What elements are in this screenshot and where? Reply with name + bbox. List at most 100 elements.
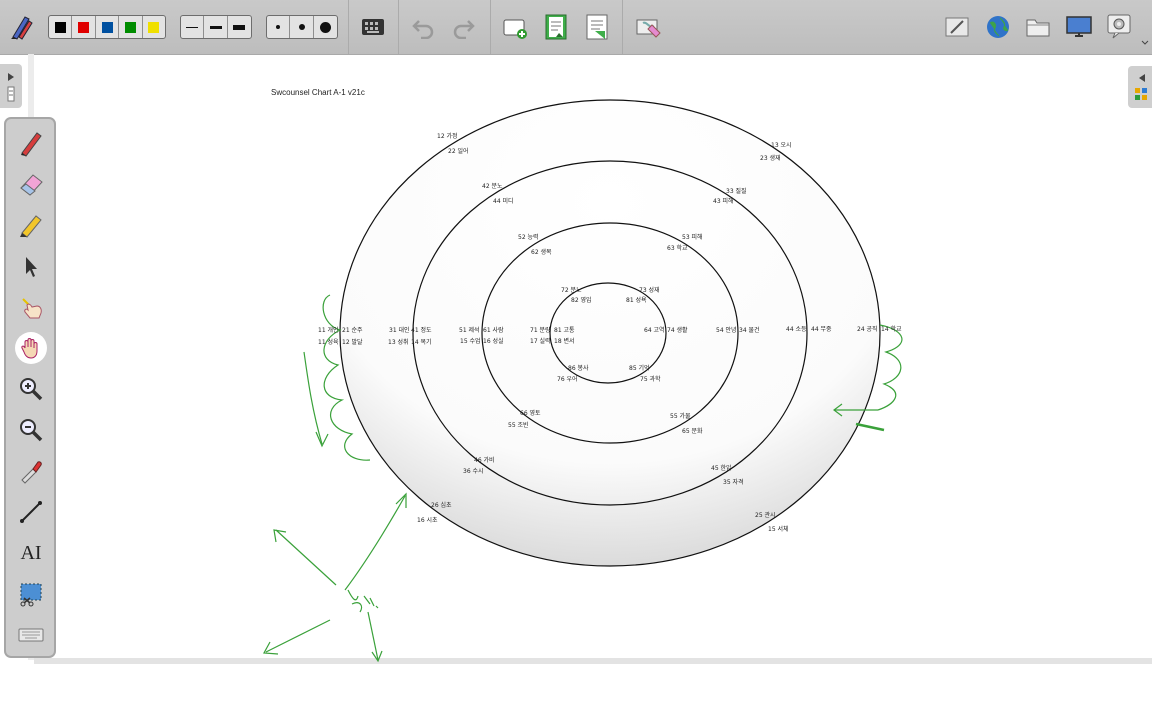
ring-label: 44 미디 — [493, 198, 514, 205]
pen-color-swatch[interactable] — [143, 16, 165, 38]
ring-label: 74 생활 — [667, 327, 688, 334]
text-tool-label: AI — [20, 541, 42, 564]
ring-label: 53 피해 — [682, 234, 703, 241]
redo-icon[interactable] — [450, 13, 478, 41]
ring-label: 63 학교 — [667, 245, 688, 252]
display-icon[interactable] — [1064, 13, 1094, 41]
ring-label: 61 사람 — [483, 327, 504, 334]
line-icon[interactable] — [15, 496, 47, 528]
top-toolbar — [0, 0, 1152, 55]
ring-label: 15 수업 — [460, 338, 481, 345]
whiteboard-canvas — [263, 99, 903, 663]
zoom-in-icon[interactable] — [15, 373, 47, 405]
undo-icon[interactable] — [409, 13, 437, 41]
ring-label: 66 영토 — [520, 410, 541, 417]
highlighter-icon[interactable] — [15, 209, 47, 241]
toolbar-divider — [622, 0, 623, 54]
ring-label: 45 한입 — [711, 465, 732, 472]
pan-hand-icon[interactable] — [15, 332, 47, 364]
zoom-out-icon[interactable] — [15, 414, 47, 446]
color-swatch-fill — [78, 21, 90, 33]
color-swatch-fill — [148, 21, 160, 33]
ring-label: 26 심초 — [431, 502, 452, 509]
ring-label: 64 고역 — [644, 327, 665, 334]
text-icon[interactable]: AI — [15, 537, 47, 569]
left-panel-toggle[interactable] — [0, 64, 22, 108]
ring-label: 21 순주 — [342, 327, 363, 334]
color-swatch-fill — [124, 21, 136, 33]
next-page-icon[interactable] — [582, 12, 612, 42]
pen-color-swatch[interactable] — [72, 16, 96, 38]
ring-label: 44 무중 — [811, 326, 832, 333]
line-width-medium[interactable] — [204, 16, 228, 38]
select-arrow-icon[interactable] — [15, 250, 47, 282]
ring-label: 46 가비 — [474, 457, 495, 464]
globe-icon[interactable] — [984, 13, 1012, 41]
ring-label: 25 관시 — [755, 512, 776, 519]
ring-label: 76 우어 — [557, 376, 578, 383]
ring-label: 22 일어 — [448, 148, 469, 155]
keyboard-icon[interactable] — [359, 15, 387, 39]
pen-color-swatch[interactable] — [119, 16, 143, 38]
eyedropper-icon[interactable] — [15, 455, 47, 487]
ring-label: 71 분량 — [530, 327, 551, 334]
line-width-thick[interactable] — [228, 16, 251, 38]
pen-settings-icon[interactable] — [6, 12, 36, 42]
pen-color-palette — [48, 15, 166, 39]
ring-label: 42 분노 — [482, 183, 503, 190]
pointer-hand-icon[interactable] — [15, 291, 47, 323]
eraser-icon[interactable] — [15, 168, 47, 200]
ring-label: 41 정도 — [411, 327, 432, 334]
ring-label: 14 복기 — [411, 339, 432, 346]
ring-label: 35 자격 — [723, 479, 744, 486]
settings-icon[interactable] — [1105, 12, 1135, 42]
ring-label: 11 개인 — [318, 327, 339, 334]
dot-size-palette — [266, 15, 338, 39]
add-page-icon[interactable] — [501, 14, 529, 42]
collapse-arrow-icon — [1133, 72, 1149, 108]
color-swatch-fill — [54, 21, 66, 33]
dot-size-small[interactable] — [267, 16, 291, 38]
ring-label: 11 성육 — [318, 339, 339, 346]
ring-label: 33 질질 — [726, 188, 747, 195]
ring-label: 16 시초 — [417, 517, 438, 524]
ring-label: 13 오시 — [771, 142, 792, 149]
ring-label: 55 가물 — [670, 413, 691, 420]
tool-palette: AI — [4, 117, 56, 658]
folder-icon[interactable] — [1024, 14, 1052, 40]
toolbar-divider — [398, 0, 399, 54]
ring-label: 12 발달 — [342, 339, 363, 346]
ring-label: 82 영입 — [571, 297, 592, 304]
canvas-bottom-edge — [34, 658, 1152, 664]
ring-label: 65 문화 — [682, 428, 703, 435]
chevron-down-icon[interactable] — [1140, 38, 1150, 48]
previous-page-icon[interactable] — [541, 12, 571, 42]
toolbar-divider — [348, 0, 349, 54]
dot-size-medium[interactable] — [290, 16, 314, 38]
ring-label: 81 성욕 — [626, 297, 647, 304]
toolbar-divider — [490, 0, 491, 54]
ring-label: 72 분노 — [561, 287, 582, 294]
pen-color-swatch[interactable] — [96, 16, 120, 38]
whiteboard-icon[interactable] — [943, 14, 971, 40]
ring-label: 18 변서 — [554, 338, 575, 345]
ring-label: 14 학교 — [881, 326, 902, 333]
ring-label: 31 대인 — [389, 327, 410, 334]
pen-icon[interactable] — [15, 127, 47, 159]
line-width-thin[interactable] — [181, 16, 205, 38]
ring-label: 75 과학 — [640, 376, 661, 383]
pen-color-swatch[interactable] — [49, 16, 73, 38]
dot-size-large[interactable] — [314, 16, 337, 38]
screen-capture-icon[interactable] — [15, 578, 47, 610]
ring-label: 81 고통 — [554, 327, 575, 334]
ring-label: 85 기억 — [629, 365, 650, 372]
right-panel-toggle[interactable] — [1128, 66, 1152, 108]
keyboard-icon[interactable] — [15, 619, 47, 651]
ring-label: 55 조빈 — [508, 422, 529, 429]
ring-label: 12 가정 — [437, 133, 458, 140]
expand-arrow-icon — [6, 71, 16, 107]
clear-icon[interactable] — [633, 13, 663, 41]
chart-title: Swcounsel Chart A-1 v21c — [271, 88, 365, 97]
ring-label: 86 봉사 — [568, 365, 589, 372]
line-width-palette — [180, 15, 252, 39]
